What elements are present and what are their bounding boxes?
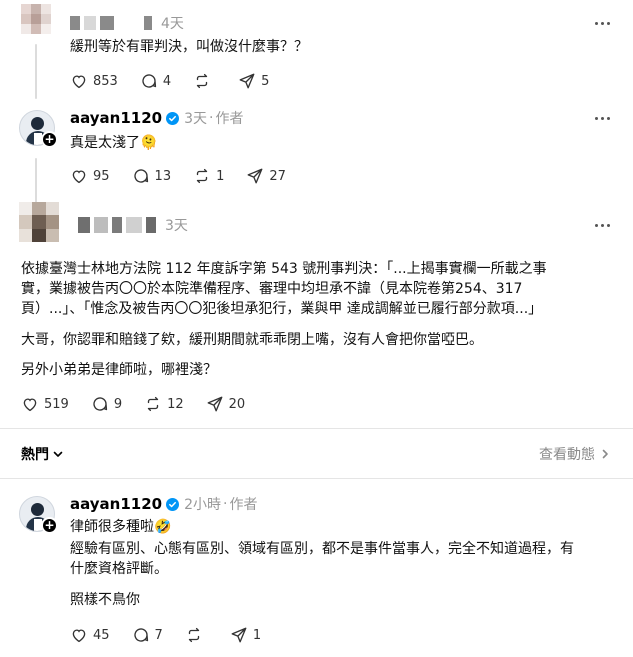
share-count: 27 xyxy=(269,168,286,184)
repost-button[interactable] xyxy=(193,72,216,90)
more-options-button[interactable] xyxy=(592,215,612,235)
like-button[interactable]: 95 xyxy=(70,167,110,185)
post-text: 真是太淺了🫠 xyxy=(70,135,158,151)
more-options-button[interactable] xyxy=(592,13,612,33)
view-activity-label: 查看動態 xyxy=(539,447,595,463)
follow-plus-icon[interactable]: + xyxy=(41,131,58,148)
post-text-line-3: 頁）...」、「惟念及被告丙〇〇犯後坦承犯行，業與甲 達成調解並已履行部分款項.… xyxy=(21,301,543,317)
repost-count: 12 xyxy=(167,396,184,412)
post-header: 3天 xyxy=(78,214,188,236)
comment-button[interactable]: 7 xyxy=(132,626,163,644)
username[interactable]: aayan1120 xyxy=(70,109,162,127)
view-activity-link[interactable]: 查看動態 xyxy=(539,444,611,464)
like-button[interactable]: 519 xyxy=(21,395,69,413)
post-actions: 45 7 1 xyxy=(70,625,283,645)
repost-icon xyxy=(196,73,208,89)
share-count: 20 xyxy=(228,396,246,412)
heart-icon xyxy=(72,629,86,643)
comment-button[interactable]: 4 xyxy=(140,72,171,90)
share-icon xyxy=(247,168,263,184)
comment-count: 13 xyxy=(154,168,172,184)
thread-line xyxy=(35,44,37,99)
post-time: 2小時 xyxy=(184,497,222,513)
post-time: 3天 xyxy=(165,218,188,234)
follow-plus-icon[interactable]: + xyxy=(41,517,58,534)
redacted-name xyxy=(78,217,90,233)
share-count: 5 xyxy=(261,73,270,89)
share-button[interactable]: 5 xyxy=(238,72,269,90)
share-button[interactable]: 27 xyxy=(246,167,286,185)
author-tag: 作者 xyxy=(215,111,244,127)
post-text-line-4: 照樣不鳥你 xyxy=(70,592,140,608)
comment-count: 9 xyxy=(113,396,123,412)
repost-button[interactable]: 1 xyxy=(193,167,224,185)
heart-icon xyxy=(23,398,37,412)
repost-button[interactable]: 12 xyxy=(144,395,184,413)
thread-line xyxy=(35,158,37,206)
post-time: 4天 xyxy=(161,16,184,32)
comment-count: 7 xyxy=(154,627,163,643)
post-text-line-3: 什麼資格評斷。 xyxy=(70,561,168,577)
comment-icon xyxy=(133,628,148,642)
post-actions: 519 9 12 20 xyxy=(21,394,267,414)
sort-bar: 熱門 查看動態 xyxy=(0,442,633,466)
post-actions: 95 13 1 27 xyxy=(70,166,308,186)
like-count: 519 xyxy=(44,396,69,412)
divider xyxy=(0,478,633,479)
post-text-line-1: 依據臺灣士林地方法院 112 年度訴字第 543 號刑事判決：「...上揭事實欄… xyxy=(21,261,547,277)
comment-icon xyxy=(133,169,148,183)
comment-icon xyxy=(93,397,107,411)
share-button[interactable]: 1 xyxy=(230,626,261,644)
sort-dropdown[interactable]: 熱門 xyxy=(21,444,64,464)
share-icon xyxy=(207,396,223,412)
verified-badge-icon xyxy=(166,497,180,511)
redacted-name xyxy=(70,16,80,30)
post-header: aayan1120 3天 · 作者 xyxy=(70,109,244,127)
repost-icon xyxy=(147,396,159,412)
like-button[interactable]: 45 xyxy=(70,626,110,644)
post-text-line-5: 另外小弟弟是律師啦，哪裡淺？ xyxy=(21,362,217,378)
comment-button[interactable]: 9 xyxy=(91,395,122,413)
post-header: 4天 xyxy=(70,12,184,34)
chevron-right-icon xyxy=(602,449,608,459)
post-actions: 853 4 5 xyxy=(70,71,291,91)
post-text: 緩刑等於有罪判決，叫做沒什麼事？？ xyxy=(70,39,308,55)
heart-icon xyxy=(72,170,86,184)
post-text-line-2: 經驗有區別、心態有區別、領域有區別，都不是事件當事人，完全不知道過程，有 xyxy=(70,541,574,557)
like-button[interactable]: 853 xyxy=(70,72,118,90)
share-icon xyxy=(231,627,247,643)
author-tag: 作者 xyxy=(229,497,258,513)
comment-count: 4 xyxy=(162,73,172,89)
share-button[interactable]: 20 xyxy=(206,395,246,413)
divider xyxy=(0,428,633,429)
like-count: 45 xyxy=(93,627,110,643)
sort-label: 熱門 xyxy=(21,447,49,463)
post-time: 3天 xyxy=(184,111,208,127)
repost-button[interactable] xyxy=(185,626,208,644)
verified-badge-icon xyxy=(166,111,180,125)
post-text-line-1: 律師很多種啦🤣 xyxy=(70,519,172,535)
post-text-line-4: 大哥，你認罪和賠錢了欸，緩刑期間就乖乖閉上嘴，沒有人會把你當啞巴。 xyxy=(21,332,483,348)
comment-button[interactable]: 13 xyxy=(132,167,172,185)
more-options-button[interactable] xyxy=(592,108,612,128)
repost-count: 1 xyxy=(216,168,225,184)
like-count: 853 xyxy=(93,73,118,89)
chevron-down-icon xyxy=(53,451,63,457)
avatar-pixelated[interactable] xyxy=(21,4,51,34)
heart-icon xyxy=(72,75,86,89)
post-text-line-2: 實，業據被告丙〇〇於本院準備程序、審理中均坦承不諱（見本院卷第254、317 xyxy=(21,281,523,297)
repost-icon xyxy=(188,627,200,643)
threads-reply-page: 4天 緩刑等於有罪判決，叫做沒什麼事？？ 853 4 5 + aayan1120… xyxy=(0,0,633,657)
post-header: aayan1120 2小時 · 作者 xyxy=(70,495,258,513)
like-count: 95 xyxy=(93,168,110,184)
avatar-pixelated[interactable] xyxy=(19,202,59,242)
comment-icon xyxy=(142,74,156,88)
share-icon xyxy=(239,73,255,89)
share-count: 1 xyxy=(252,627,262,643)
repost-icon xyxy=(196,168,208,184)
username[interactable]: aayan1120 xyxy=(70,495,162,513)
